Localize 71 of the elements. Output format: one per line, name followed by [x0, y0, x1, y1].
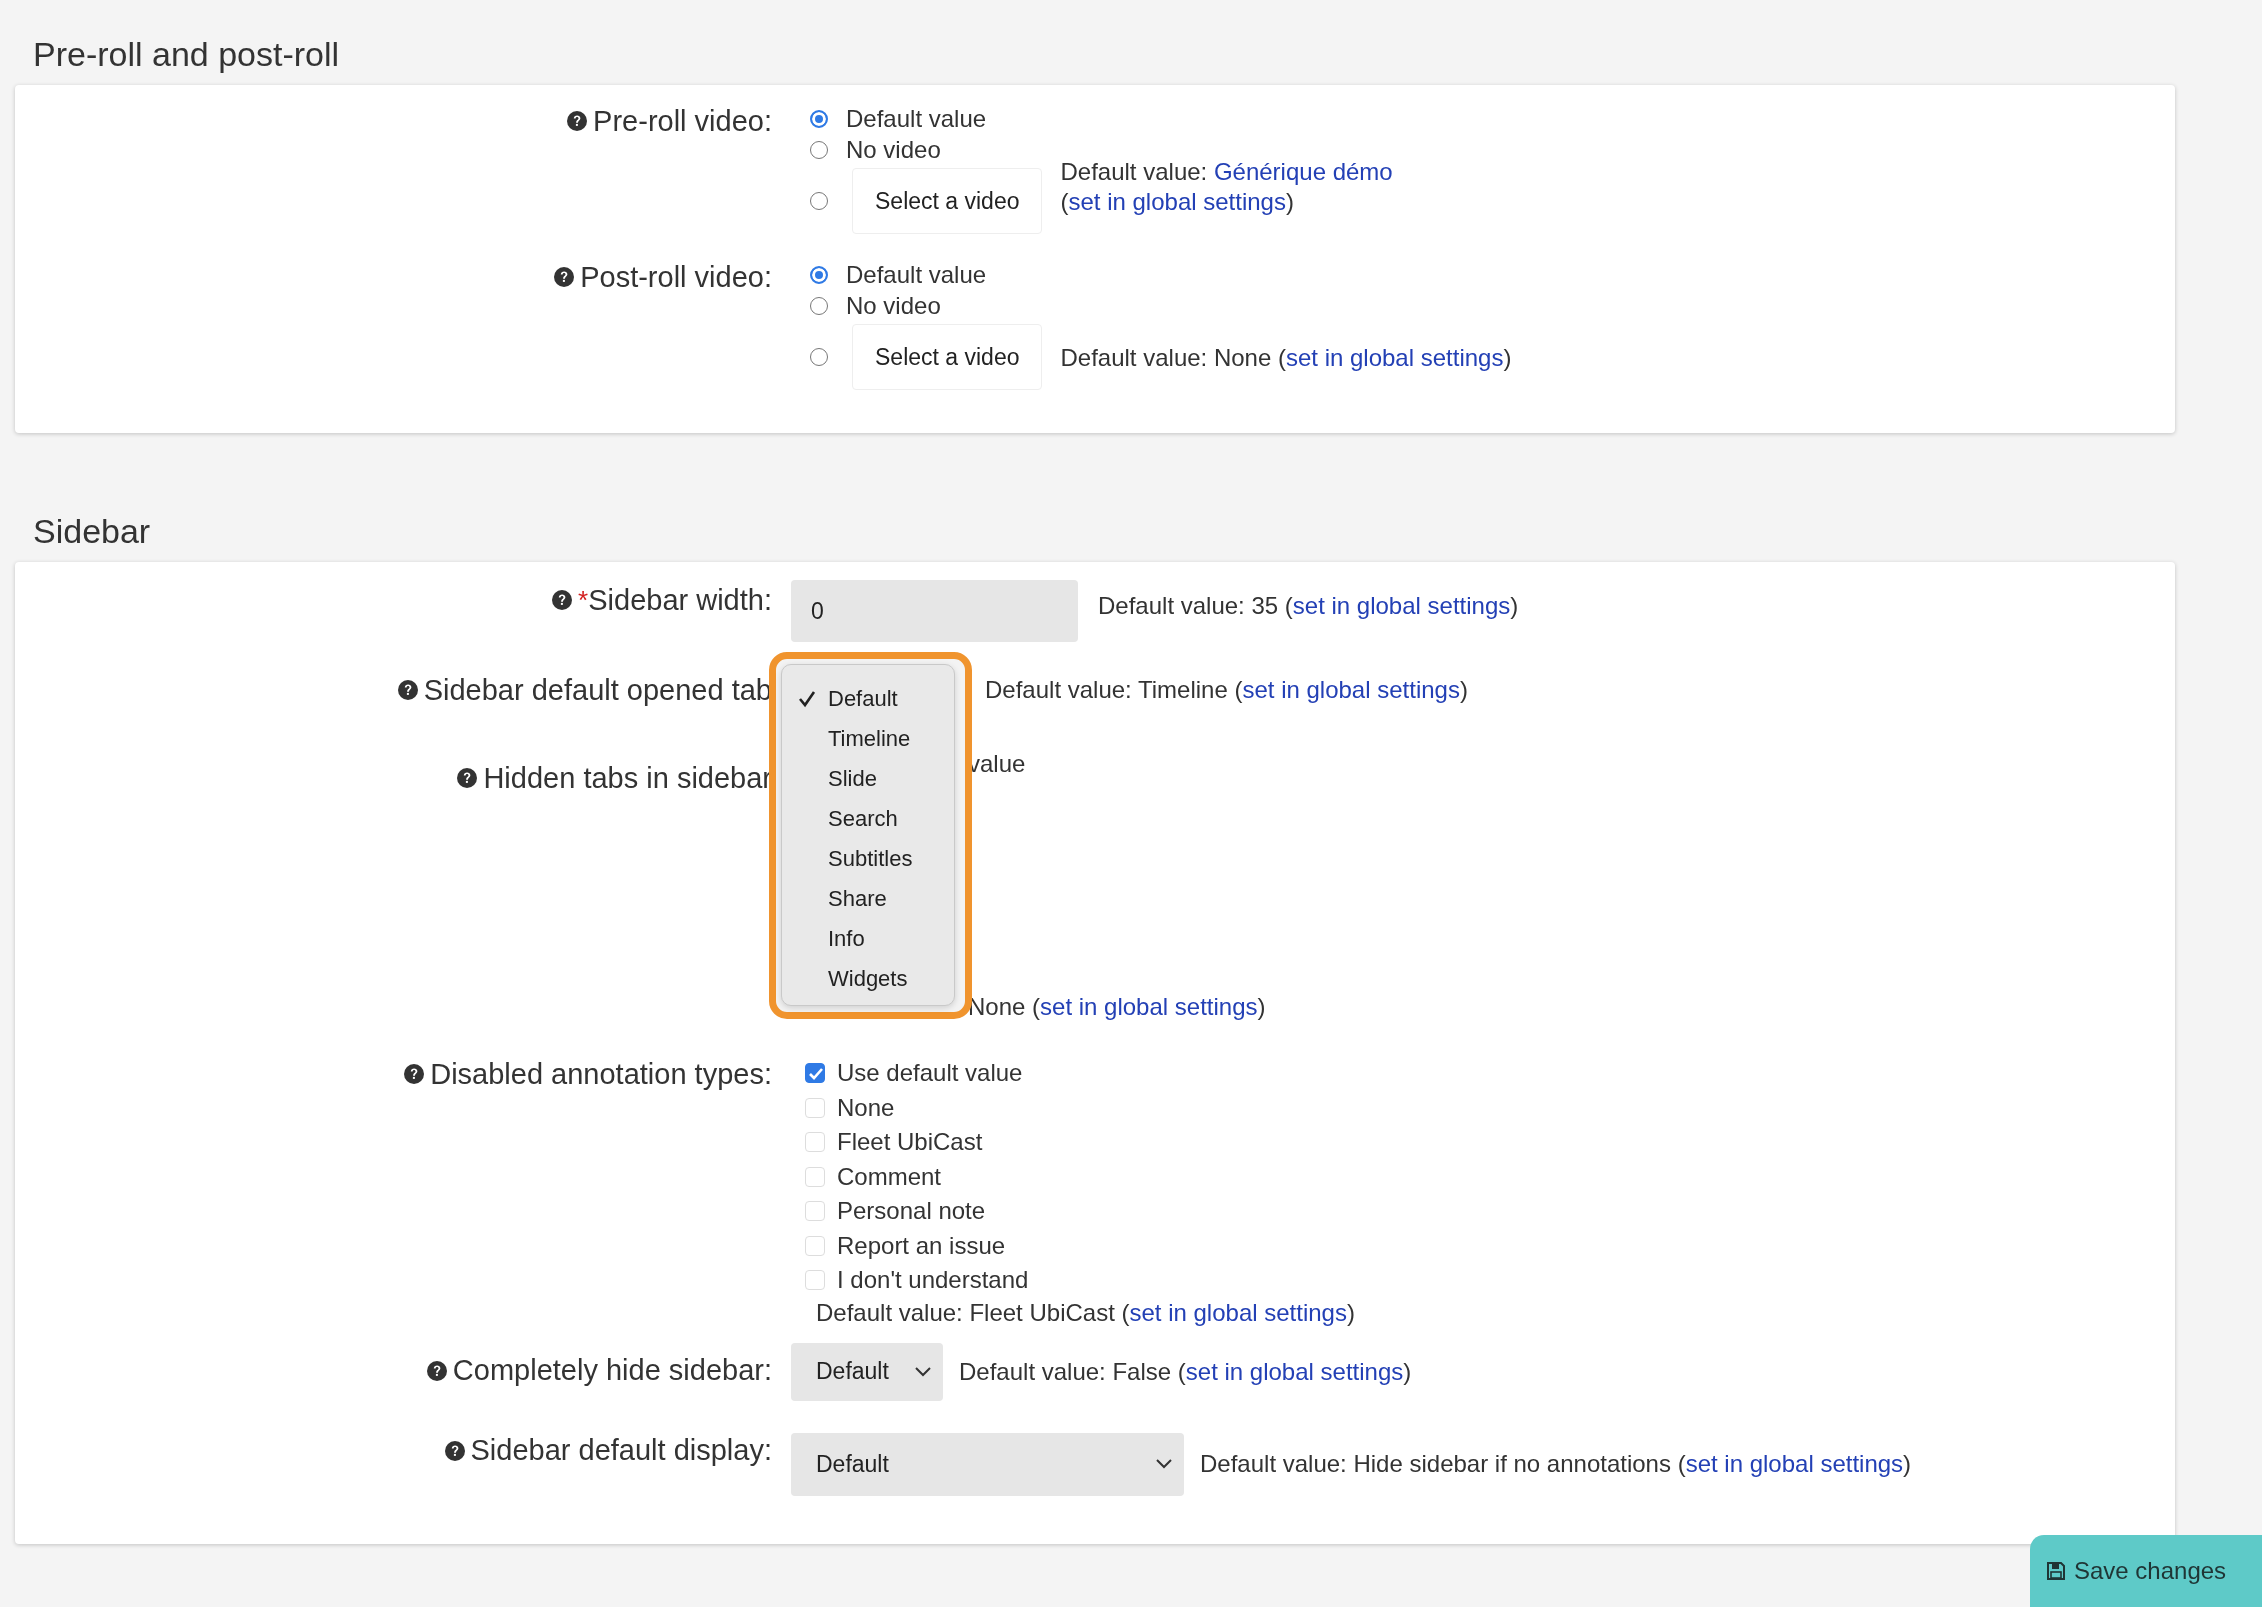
- select-dropdown[interactable]: Default: [791, 1342, 943, 1401]
- option-label: Use default value: [837, 1059, 1023, 1088]
- radio-button[interactable]: [810, 265, 828, 284]
- settings-link[interactable]: set in global settings: [1285, 344, 1504, 371]
- settings-link[interactable]: set in global settings: [1292, 592, 1511, 619]
- help-icon: [457, 768, 478, 788]
- menu-item[interactable]: Timeline: [782, 719, 954, 759]
- settings-link[interactable]: Générique démo: [1213, 158, 1393, 185]
- help-icon: [426, 1360, 447, 1381]
- select-dropdown[interactable]: Default: [791, 1432, 1184, 1496]
- settings-link[interactable]: set in global settings: [1068, 188, 1286, 215]
- settings-link[interactable]: set in global settings: [1685, 1450, 1904, 1477]
- help-icon: [444, 1440, 465, 1461]
- default-value-note: None (set in global settings): [968, 992, 1266, 1022]
- field-label: Sidebar default opened tab: [423, 673, 772, 707]
- checkbox[interactable]: [805, 1063, 825, 1084]
- width-input[interactable]: 0: [791, 580, 1078, 642]
- settings-link[interactable]: set in global settings: [1040, 993, 1258, 1020]
- option-label: Fleet UbiCast: [837, 1128, 983, 1157]
- required-mark: *: [578, 584, 589, 616]
- radio-button[interactable]: [810, 348, 828, 366]
- help-icon: [567, 111, 588, 131]
- default-value-note: Default value: Timeline (set in global settings): [985, 675, 1468, 705]
- default-value-note: Default value: Générique démo: [1060, 157, 1393, 187]
- radio-button[interactable]: [810, 109, 828, 128]
- save-button[interactable]: Save changes: [2030, 1535, 2262, 1607]
- default-value-note: Default value: 35 (set in global settings): [1098, 591, 1519, 621]
- section-title: Sidebar: [32, 511, 152, 552]
- radio-button[interactable]: [810, 296, 828, 315]
- help-icon: [397, 680, 418, 700]
- menu-item[interactable]: Search: [782, 799, 954, 839]
- menu-item[interactable]: Default: [782, 679, 954, 719]
- option-label: No video: [846, 291, 941, 320]
- settings-link[interactable]: set in global settings: [1129, 1298, 1347, 1326]
- option-label: Report an issue: [837, 1231, 1006, 1260]
- menu-item[interactable]: Subtitles: [782, 839, 954, 879]
- field-label: Pre-roll video:: [593, 104, 772, 138]
- option-label: None: [837, 1093, 895, 1122]
- chevron-icon: [915, 1366, 931, 1377]
- option-label: Default value: [846, 104, 987, 133]
- field-label: Hidden tabs in sidebar: [483, 761, 772, 795]
- field-label: Sidebar width:: [588, 583, 772, 617]
- option-label: I don't understand: [837, 1266, 1029, 1295]
- field-label: Post-roll video:: [580, 260, 772, 294]
- select-video-button[interactable]: Select a video: [852, 324, 1043, 390]
- default-value-note: Default value: False (set in global settings): [959, 1356, 1412, 1387]
- chevron-icon: [1156, 1459, 1172, 1469]
- default-value-note: Default value: None (set in global settings): [1060, 343, 1512, 373]
- radio-button[interactable]: [810, 140, 828, 159]
- option-label: Default value: [846, 260, 987, 289]
- field-label: Disabled annotation types:: [430, 1057, 772, 1091]
- option-label: Personal note: [837, 1197, 986, 1226]
- help-icon: [552, 590, 573, 610]
- field-label: Sidebar default display:: [470, 1434, 772, 1467]
- radio-button[interactable]: [810, 192, 828, 210]
- help-icon: [554, 267, 575, 287]
- select-video-button[interactable]: Select a video: [852, 168, 1043, 234]
- default-value-note: Default value: Hide sidebar if no annotations (set in global settings): [1200, 1449, 1912, 1479]
- menu-item[interactable]: Share: [782, 879, 954, 919]
- menu-item[interactable]: Info: [782, 919, 954, 959]
- field-label: Completely hide sidebar:: [452, 1354, 772, 1387]
- menu-item[interactable]: Slide: [782, 759, 954, 799]
- help-icon: [404, 1064, 425, 1084]
- settings-link[interactable]: set in global settings: [1242, 676, 1460, 703]
- option-label: Comment: [837, 1162, 942, 1191]
- default-value-note: (set in global settings): [1060, 187, 1295, 217]
- default-value-note: Default value: Fleet UbiCast (set in global settings): [815, 1297, 1355, 1328]
- option-label: No video: [846, 135, 941, 164]
- section-title: Pre-roll and post-roll: [32, 34, 341, 75]
- menu-item[interactable]: Widgets: [782, 959, 954, 999]
- settings-link[interactable]: set in global settings: [1185, 1357, 1404, 1385]
